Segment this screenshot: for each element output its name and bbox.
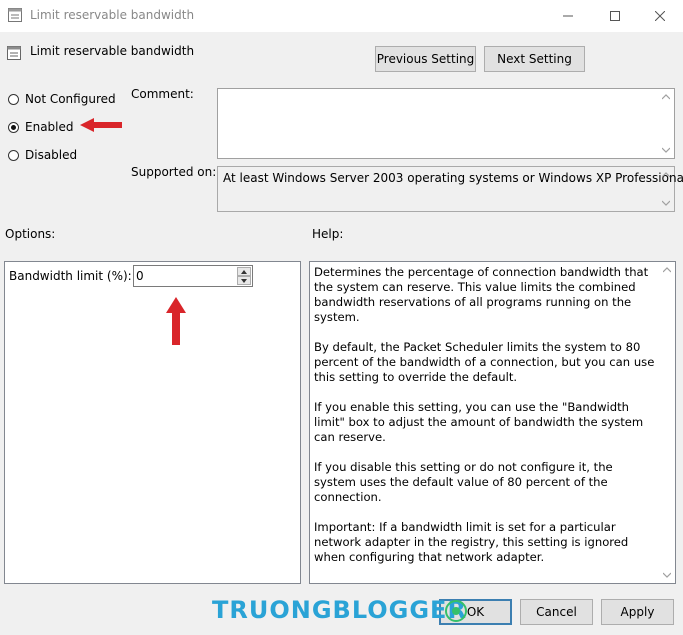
help-paragraph: If you disable this setting or do not co… xyxy=(314,460,613,504)
minimize-button[interactable] xyxy=(545,0,591,32)
maximize-button[interactable] xyxy=(592,0,638,32)
comment-scrollbar[interactable] xyxy=(658,89,674,158)
help-text: Determines the percentage of connection … xyxy=(314,265,658,580)
spin-up-button[interactable] xyxy=(237,267,251,276)
help-paragraph: By default, the Packet Scheduler limits … xyxy=(314,340,655,384)
annotation-arrow-up-icon xyxy=(166,297,186,345)
apply-button[interactable]: Apply xyxy=(601,599,674,625)
next-setting-button[interactable]: Next Setting xyxy=(484,46,585,72)
policy-setting-icon xyxy=(7,46,21,60)
spin-down-button[interactable] xyxy=(237,276,251,285)
watermark-logo: TRUONGBLOGGER xyxy=(212,596,467,624)
spin-down-icon xyxy=(241,279,247,283)
bandwidth-limit-label: Bandwidth limit (%): xyxy=(9,269,132,283)
radio-enabled-label: Enabled xyxy=(25,120,74,134)
setting-title: Limit reservable bandwidth xyxy=(30,44,195,58)
scroll-down-icon[interactable] xyxy=(662,200,670,206)
help-label: Help: xyxy=(312,227,344,241)
help-paragraph: Determines the percentage of connection … xyxy=(314,265,649,324)
comment-label: Comment: xyxy=(131,87,194,101)
spin-buttons xyxy=(237,267,251,285)
radio-not-configured-indicator[interactable] xyxy=(8,93,19,105)
title-bar: Limit reservable bandwidth xyxy=(0,0,683,32)
scroll-down-icon[interactable] xyxy=(663,572,671,578)
supported-on-value: At least Windows Server 2003 operating s… xyxy=(223,171,683,185)
help-paragraph: Important: If a bandwidth limit is set f… xyxy=(314,520,629,564)
cancel-button[interactable]: Cancel xyxy=(520,599,593,625)
window-title: Limit reservable bandwidth xyxy=(30,8,195,22)
radio-disabled-label: Disabled xyxy=(25,148,78,162)
help-paragraph: If you enable this setting, you can use … xyxy=(314,400,644,444)
radio-not-configured[interactable]: Not Configured xyxy=(8,92,116,106)
supported-scrollbar[interactable] xyxy=(658,167,674,211)
help-panel: Determines the percentage of connection … xyxy=(309,261,676,584)
previous-setting-button[interactable]: Previous Setting xyxy=(375,46,476,72)
supported-on-box: At least Windows Server 2003 operating s… xyxy=(217,166,683,212)
scroll-down-icon[interactable] xyxy=(662,147,670,153)
scroll-up-icon[interactable] xyxy=(662,172,670,178)
annotation-arrow-left-icon xyxy=(80,118,122,132)
watermark-badge-icon xyxy=(445,600,467,622)
options-label: Options: xyxy=(5,227,56,241)
bandwidth-limit-spinbox[interactable]: 0 xyxy=(133,265,253,287)
close-icon xyxy=(655,11,665,21)
scroll-up-icon[interactable] xyxy=(662,94,670,100)
radio-enabled-indicator[interactable] xyxy=(8,121,19,133)
policy-window-icon xyxy=(8,8,22,22)
spin-up-icon xyxy=(241,270,247,274)
maximize-icon xyxy=(610,11,620,21)
radio-disabled-indicator[interactable] xyxy=(8,149,19,161)
bandwidth-limit-value[interactable]: 0 xyxy=(136,269,144,283)
scroll-up-icon[interactable] xyxy=(663,267,671,273)
radio-disabled[interactable]: Disabled xyxy=(8,148,77,162)
options-panel: Bandwidth limit (%): 0 xyxy=(4,261,301,584)
comment-textarea[interactable] xyxy=(217,88,675,159)
close-button[interactable] xyxy=(637,0,683,32)
radio-not-configured-label: Not Configured xyxy=(25,92,116,106)
help-scrollbar[interactable] xyxy=(659,262,675,583)
minimize-icon xyxy=(563,15,573,17)
radio-enabled[interactable]: Enabled xyxy=(8,120,74,134)
supported-on-label: Supported on: xyxy=(131,165,217,179)
